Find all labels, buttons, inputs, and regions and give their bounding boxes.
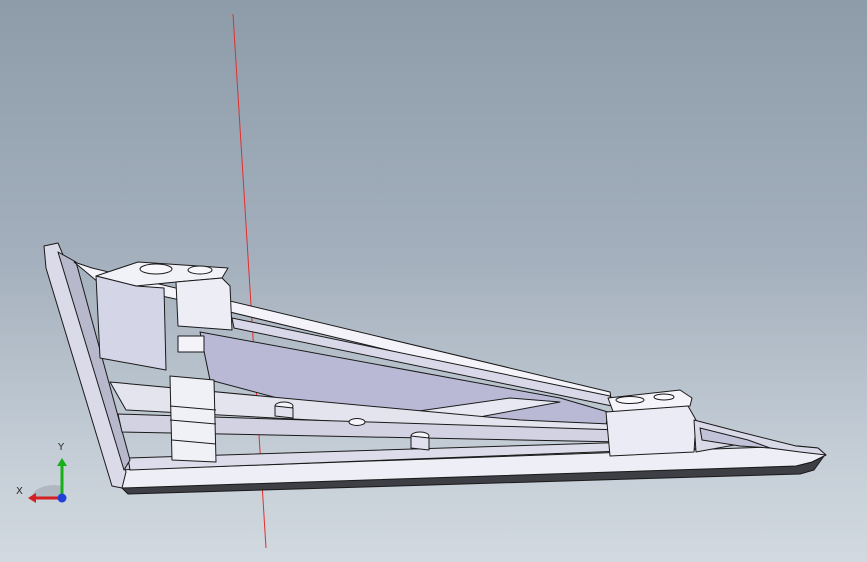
cad-model-view[interactable]: [0, 0, 867, 562]
left-boss-tab: [177, 335, 205, 353]
triad-z-axis: [57, 493, 67, 503]
triad-graphic: [28, 458, 67, 503]
graphics-viewport[interactable]: X Y: [0, 0, 867, 562]
screw-boss-1-body: [274, 405, 294, 419]
pillar-column: [169, 375, 217, 463]
left-boss-front: [95, 275, 167, 371]
screw-boss-2: [348, 418, 366, 426]
screw-boss-3-body: [410, 435, 430, 451]
left-boss-hole: [139, 263, 173, 275]
triad-x-label: X: [16, 486, 23, 497]
left-boss-pillar: [175, 277, 233, 331]
triad-shadow-disc: [31, 485, 62, 498]
triad-x-arrow: [28, 493, 36, 503]
triad-y-arrow: [57, 458, 67, 466]
right-boss-front: [605, 405, 697, 457]
reference-triad: X Y: [14, 440, 74, 510]
triad-y-label: Y: [58, 442, 65, 453]
part-model[interactable]: [43, 242, 827, 495]
right-boss-hole-2: [653, 393, 675, 401]
right-boss-hole: [615, 396, 645, 404]
left-boss-hole-2: [187, 265, 213, 275]
